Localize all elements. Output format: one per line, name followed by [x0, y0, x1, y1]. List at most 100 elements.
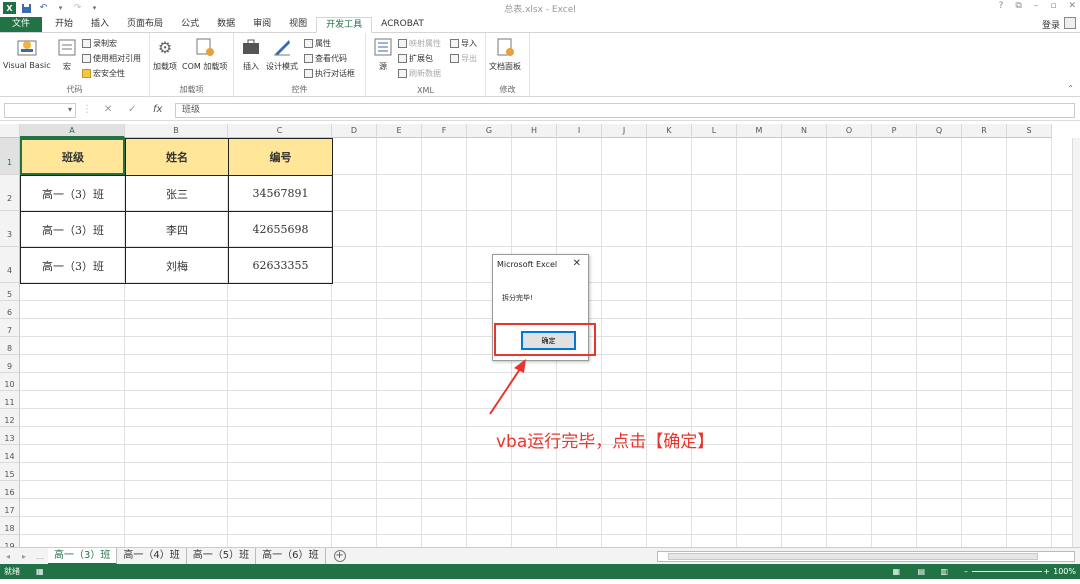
header-cell-name[interactable]: 姓名	[125, 138, 229, 176]
column-header[interactable]: F	[422, 124, 467, 138]
normal-view-icon[interactable]: ▦	[892, 567, 900, 576]
column-header[interactable]: O	[827, 124, 872, 138]
row-header[interactable]: 5	[0, 283, 20, 301]
row-header[interactable]: 15	[0, 463, 20, 481]
save-icon[interactable]	[20, 2, 33, 14]
column-header[interactable]: E	[377, 124, 422, 138]
column-header[interactable]: G	[467, 124, 512, 138]
sheet-tab[interactable]: 高一（3）班	[48, 547, 118, 565]
enter-icon[interactable]: ✓	[128, 104, 136, 115]
row-header[interactable]: 11	[0, 391, 20, 409]
map-properties-button[interactable]: 映射属性	[398, 38, 441, 49]
zoom-in-icon[interactable]: +	[1043, 567, 1050, 576]
column-header[interactable]: L	[692, 124, 737, 138]
row-header[interactable]: 10	[0, 373, 20, 391]
customize-qat-icon[interactable]: ▾	[88, 2, 101, 14]
close-button[interactable]: ✕	[1068, 1, 1076, 11]
table-cell[interactable]: 高一（3）班	[20, 175, 126, 212]
view-code-button[interactable]: 查看代码	[304, 53, 347, 64]
help-icon[interactable]: ?	[999, 1, 1004, 11]
row-header[interactable]: 14	[0, 445, 20, 463]
row-header[interactable]: 18	[0, 517, 20, 535]
maximize-button[interactable]: ▫	[1050, 1, 1056, 11]
macro-record-icon[interactable]: ▦	[36, 567, 44, 576]
tab-acrobat[interactable]: ACROBAT	[372, 17, 433, 32]
properties-button[interactable]: 属性	[304, 38, 331, 49]
tab-file[interactable]: 文件	[0, 17, 43, 32]
column-header[interactable]: K	[647, 124, 692, 138]
column-header[interactable]: H	[512, 124, 557, 138]
table-cell[interactable]: 62633355	[228, 247, 333, 284]
tab-insert[interactable]: 插入	[82, 17, 118, 32]
tab-review[interactable]: 审阅	[244, 17, 280, 32]
collapse-ribbon-icon[interactable]: ⌃	[1067, 84, 1074, 93]
column-header[interactable]: M	[737, 124, 782, 138]
export-button[interactable]: 导出	[450, 53, 477, 64]
row-header[interactable]: 4	[0, 247, 20, 283]
row-header[interactable]: 3	[0, 211, 20, 247]
name-box[interactable]	[4, 103, 76, 118]
column-header[interactable]: C	[228, 124, 332, 138]
avatar[interactable]	[1064, 17, 1076, 29]
column-header[interactable]: R	[962, 124, 1007, 138]
header-cell-class[interactable]: 班级	[20, 138, 126, 176]
row-header[interactable]: 8	[0, 337, 20, 355]
column-header[interactable]: Q	[917, 124, 962, 138]
document-panel-button[interactable]: 文档面板	[489, 36, 521, 72]
horizontal-scrollbar[interactable]	[657, 551, 1075, 562]
table-cell[interactable]: 42655698	[228, 211, 333, 248]
sheet-tab[interactable]: 高一（4）班	[117, 547, 187, 565]
row-header[interactable]: 9	[0, 355, 20, 373]
zoom-level[interactable]: 100%	[1053, 567, 1076, 576]
addins-button[interactable]: ⚙ 加载项	[153, 36, 177, 72]
row-header[interactable]: 17	[0, 499, 20, 517]
table-cell[interactable]: 34567891	[228, 175, 333, 212]
column-header[interactable]: I	[557, 124, 602, 138]
login-link[interactable]: 登录	[1042, 18, 1060, 31]
page-layout-view-icon[interactable]: ▤	[917, 567, 925, 576]
column-header[interactable]: D	[332, 124, 377, 138]
column-header[interactable]: A	[20, 124, 125, 138]
prev-sheet-icon[interactable]: ◂	[0, 552, 16, 561]
vertical-scrollbar[interactable]	[1072, 138, 1080, 548]
design-mode-button[interactable]: 设计模式	[266, 36, 298, 72]
ribbon-display-icon[interactable]: ⧉	[1015, 1, 1021, 11]
column-header[interactable]: J	[602, 124, 647, 138]
row-header[interactable]: 6	[0, 301, 20, 319]
zoom-slider[interactable]	[972, 571, 1042, 572]
table-cell[interactable]: 李四	[125, 211, 229, 248]
run-dialog-button[interactable]: 执行对话框	[304, 68, 355, 79]
cancel-icon[interactable]: ✕	[104, 104, 112, 115]
add-sheet-icon[interactable]: +	[333, 550, 346, 562]
more-sheets-icon[interactable]: …	[32, 552, 48, 561]
source-button[interactable]: 源	[372, 36, 394, 72]
undo-icon[interactable]: ↶	[37, 2, 50, 14]
row-header[interactable]: 13	[0, 427, 20, 445]
row-header[interactable]: 7	[0, 319, 20, 337]
scrollbar-thumb[interactable]	[668, 553, 1038, 560]
tab-view[interactable]: 视图	[280, 17, 316, 32]
tab-formulas[interactable]: 公式	[172, 17, 208, 32]
dialog-close-icon[interactable]: ✕	[573, 258, 581, 269]
tab-page-layout[interactable]: 页面布局	[118, 17, 172, 32]
insert-function-icon[interactable]: fx	[153, 104, 162, 115]
undo-dropdown-icon[interactable]: ▾	[54, 2, 67, 14]
select-all-corner[interactable]	[0, 124, 20, 138]
minimize-button[interactable]: –	[1034, 1, 1039, 11]
tab-developer[interactable]: 开发工具	[316, 17, 373, 33]
record-macro-button[interactable]: 录制宏	[82, 38, 117, 49]
header-cell-id[interactable]: 编号	[228, 138, 333, 176]
row-header[interactable]: 12	[0, 409, 20, 427]
visual-basic-button[interactable]: Visual Basic	[3, 36, 51, 70]
tab-home[interactable]: 开始	[46, 17, 82, 32]
macro-security-button[interactable]: 宏安全性	[82, 68, 125, 79]
sheet-tab[interactable]: 高一（5）班	[187, 547, 257, 565]
page-break-view-icon[interactable]: ▥	[940, 567, 948, 576]
import-button[interactable]: 导入	[450, 38, 477, 49]
column-header[interactable]: P	[872, 124, 917, 138]
redo-icon[interactable]: ↷	[71, 2, 84, 14]
column-header[interactable]: N	[782, 124, 827, 138]
next-sheet-icon[interactable]: ▸	[16, 552, 32, 561]
expansion-packs-button[interactable]: 扩展包	[398, 53, 433, 64]
sheet-tab[interactable]: 高一（6）班	[256, 547, 326, 565]
